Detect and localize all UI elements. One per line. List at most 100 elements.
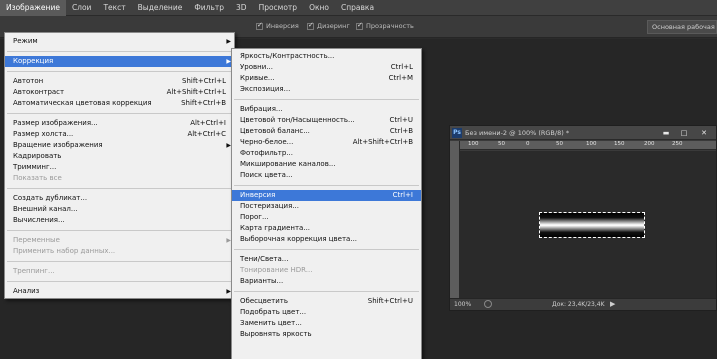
record-icon xyxy=(484,300,492,308)
menu-item-shadows-highlights[interactable]: Тени/Света... xyxy=(232,254,421,265)
menu-item-match-color[interactable]: Подобрать цвет... xyxy=(232,307,421,318)
ruler-tick: 100 xyxy=(586,141,597,147)
shortcut: Alt+Shift+Ctrl+L xyxy=(166,88,226,96)
menu-window[interactable]: Окно xyxy=(303,0,335,16)
menu-item-mode[interactable]: Режим ▶ xyxy=(5,36,234,47)
gradient-selection[interactable] xyxy=(539,212,645,238)
menu-item-color-lookup[interactable]: Поиск цвета... xyxy=(232,170,421,181)
zoom-level[interactable]: 100% xyxy=(454,301,471,308)
ruler-tick: 250 xyxy=(672,141,683,147)
menu-item-threshold[interactable]: Порог... xyxy=(232,212,421,223)
checkbox-icon xyxy=(307,21,314,30)
menu-image[interactable]: Изображение xyxy=(0,0,66,16)
minimize-icon[interactable]: ▬ xyxy=(660,128,672,138)
menu-item-label: Тонирование HDR... xyxy=(240,266,313,274)
ps-icon: Ps xyxy=(452,128,462,138)
menu-item-posterize[interactable]: Постеризация... xyxy=(232,201,421,212)
menu-item-autotone[interactable]: Автотон Shift+Ctrl+L xyxy=(5,76,234,87)
menu-item-hue-saturation[interactable]: Цветовой тон/Насыщенность... Ctrl+U xyxy=(232,115,421,126)
menu-item-levels[interactable]: Уровни... Ctrl+L xyxy=(232,62,421,73)
menu-item-curves[interactable]: Кривые... Ctrl+M xyxy=(232,73,421,84)
menu-item-label: Тени/Света... xyxy=(240,255,289,263)
separator xyxy=(234,99,419,100)
menu-filter[interactable]: Фильтр xyxy=(188,0,230,16)
menu-layers[interactable]: Слои xyxy=(66,0,98,16)
menu-item-label: Режим xyxy=(13,37,38,45)
menu-item-image-size[interactable]: Размер изображения... Alt+Ctrl+I xyxy=(5,118,234,129)
menu-item-label: Поиск цвета... xyxy=(240,171,293,179)
menu-item-apply-dataset[interactable]: Применить набор данных... xyxy=(5,246,234,257)
menu-item-label: Автотон xyxy=(13,77,44,85)
menu-item-crop[interactable]: Кадрировать xyxy=(5,151,234,162)
separator xyxy=(7,281,232,282)
menu-item-canvas-size[interactable]: Размер холста... Alt+Ctrl+C xyxy=(5,129,234,140)
menu-3d[interactable]: 3D xyxy=(230,0,253,16)
dither-label: Дизеринг xyxy=(317,22,350,30)
menu-item-label: Карта градиента... xyxy=(240,224,311,232)
menu-item-label: Экспозиция... xyxy=(240,85,291,93)
menu-item-label: Черно-белое... xyxy=(240,138,294,146)
menu-item-duplicate[interactable]: Создать дубликат... xyxy=(5,193,234,204)
menu-item-black-white[interactable]: Черно-белое... Alt+Shift+Ctrl+B xyxy=(232,137,421,148)
menu-item-replace-color[interactable]: Заменить цвет... xyxy=(232,318,421,329)
menu-item-label: Постеризация... xyxy=(240,202,299,210)
inversion-checkbox[interactable]: Инверсия xyxy=(256,21,299,30)
separator xyxy=(234,249,419,250)
menu-item-variables[interactable]: Переменные ▶ xyxy=(5,235,234,246)
transparency-checkbox[interactable]: Прозрачность xyxy=(356,21,414,30)
menu-item-autocontrast[interactable]: Автоконтраст Alt+Shift+Ctrl+L xyxy=(5,87,234,98)
menu-item-calculations[interactable]: Вычисления... xyxy=(5,215,234,226)
separator xyxy=(7,261,232,262)
menu-item-label: Уровни... xyxy=(240,63,273,71)
menu-item-gradient-map[interactable]: Карта градиента... xyxy=(232,223,421,234)
menu-item-label: Создать дубликат... xyxy=(13,194,88,202)
menu-item-selective-color[interactable]: Выборочная коррекция цвета... xyxy=(232,234,421,245)
submenu-arrow-icon: ▶ xyxy=(226,38,231,45)
menu-item-invert[interactable]: Инверсия Ctrl+I xyxy=(232,190,421,201)
close-icon[interactable]: ✕ xyxy=(698,128,710,138)
shortcut: Ctrl+I xyxy=(392,191,413,199)
document-title-bar[interactable]: Ps Без имени-2 @ 100% (RGB/8) * ▬ □ ✕ xyxy=(450,126,716,140)
menu-item-label: Подобрать цвет... xyxy=(240,308,307,316)
menu-item-trapping[interactable]: Треппинг... xyxy=(5,266,234,277)
inversion-label: Инверсия xyxy=(266,22,299,30)
horizontal-ruler: 100 50 0 50 100 150 200 250 xyxy=(460,141,716,150)
dither-checkbox[interactable]: Дизеринг xyxy=(307,21,350,30)
menu-item-vibrance[interactable]: Вибрация... xyxy=(232,104,421,115)
workspace-selector[interactable]: Основная рабочая с xyxy=(647,20,717,34)
menu-item-trim[interactable]: Тримминг... xyxy=(5,162,234,173)
menu-item-analysis[interactable]: Анализ ▶ xyxy=(5,286,234,297)
menu-item-apply-image[interactable]: Внешний канал... xyxy=(5,204,234,215)
menu-item-label: Применить набор данных... xyxy=(13,247,116,255)
menu-view[interactable]: Просмотр xyxy=(253,0,304,16)
menu-item-label: Вибрация... xyxy=(240,105,283,113)
menu-item-label: Вращение изображения xyxy=(13,141,103,149)
menu-select[interactable]: Выделение xyxy=(132,0,189,16)
shortcut: Alt+Ctrl+C xyxy=(187,130,226,138)
menu-item-label: Цветовой тон/Насыщенность... xyxy=(240,116,355,124)
menu-item-photo-filter[interactable]: Фотофильтр... xyxy=(232,148,421,159)
canvas[interactable] xyxy=(460,151,716,298)
shortcut: Alt+Ctrl+I xyxy=(190,119,226,127)
menu-item-autocolor[interactable]: Автоматическая цветовая коррекция Shift+C… xyxy=(5,98,234,109)
separator xyxy=(7,188,232,189)
menu-item-brightness-contrast[interactable]: Яркость/Контрастность... xyxy=(232,51,421,62)
menu-help[interactable]: Справка xyxy=(335,0,380,16)
menu-type[interactable]: Текст xyxy=(97,0,131,16)
menu-item-rotation[interactable]: Вращение изображения ▶ xyxy=(5,140,234,151)
menu-item-exposure[interactable]: Экспозиция... xyxy=(232,84,421,95)
menu-item-correction[interactable]: Коррекция ▶ xyxy=(5,56,234,67)
menu-item-channel-mixer[interactable]: Микширование каналов... xyxy=(232,159,421,170)
menu-item-equalize[interactable]: Выровнять яркость xyxy=(232,329,421,340)
maximize-icon[interactable]: □ xyxy=(678,128,690,138)
menu-item-variations[interactable]: Варианты... xyxy=(232,276,421,287)
menu-item-label: Инверсия xyxy=(240,191,276,199)
menu-item-reveal-all[interactable]: Показать все xyxy=(5,173,234,184)
correction-submenu: Яркость/Контрастность... Уровни... Ctrl+L… xyxy=(231,48,422,359)
menu-item-hdr-toning[interactable]: Тонирование HDR... xyxy=(232,265,421,276)
play-arrow-icon[interactable]: ▶ xyxy=(610,300,615,308)
menu-item-color-balance[interactable]: Цветовой баланс... Ctrl+B xyxy=(232,126,421,137)
shortcut: Shift+Ctrl+B xyxy=(181,99,226,107)
menu-item-desaturate[interactable]: Обесцветить Shift+Ctrl+U xyxy=(232,296,421,307)
menu-bar: Изображение Слои Текст Выделение Фильтр … xyxy=(0,0,717,16)
